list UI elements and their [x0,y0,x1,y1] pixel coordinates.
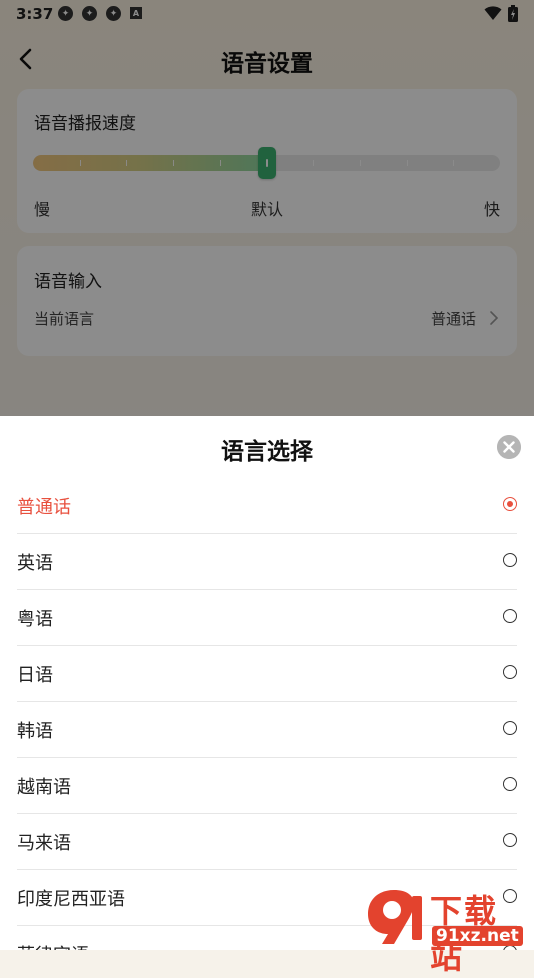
radio-unselected-icon[interactable] [503,777,517,791]
radio-unselected-icon[interactable] [503,553,517,567]
modal-overlay[interactable] [0,0,534,416]
language-option-label: 菲律宾语 [17,941,89,950]
language-option[interactable]: 英语 [17,534,517,590]
language-option[interactable]: 韩语 [17,702,517,758]
language-option-label: 日语 [17,665,53,686]
language-option[interactable]: 越南语 [17,758,517,814]
language-option-label: 粤语 [17,609,53,630]
language-option[interactable]: 日语 [17,646,517,702]
language-option-label: 印度尼西亚语 [17,889,125,910]
radio-unselected-icon[interactable] [503,665,517,679]
language-option-label: 英语 [17,553,53,574]
sheet-title: 语言选择 [221,439,313,465]
language-option[interactable]: 马来语 [17,814,517,870]
watermark-logo-icon [368,890,422,944]
language-list: 普通话英语粤语日语韩语越南语马来语印度尼西亚语菲律宾语 [0,478,534,950]
radio-unselected-icon[interactable] [503,833,517,847]
language-select-sheet: 语言选择 普通话英语粤语日语韩语越南语马来语印度尼西亚语菲律宾语 [0,416,534,950]
language-option-label: 马来语 [17,833,71,854]
language-option-label: 普通话 [17,497,71,518]
language-option[interactable]: 粤语 [17,590,517,646]
radio-unselected-icon[interactable] [503,609,517,623]
site-watermark: 下载站 91xz.net [360,886,530,976]
watermark-sub-text: 91xz.net [432,926,523,946]
radio-unselected-icon[interactable] [503,721,517,735]
language-option[interactable]: 普通话 [17,478,517,534]
language-option-label: 韩语 [17,721,53,742]
close-icon[interactable] [497,435,521,459]
radio-selected-icon[interactable] [503,497,517,511]
language-option-label: 越南语 [17,777,71,798]
